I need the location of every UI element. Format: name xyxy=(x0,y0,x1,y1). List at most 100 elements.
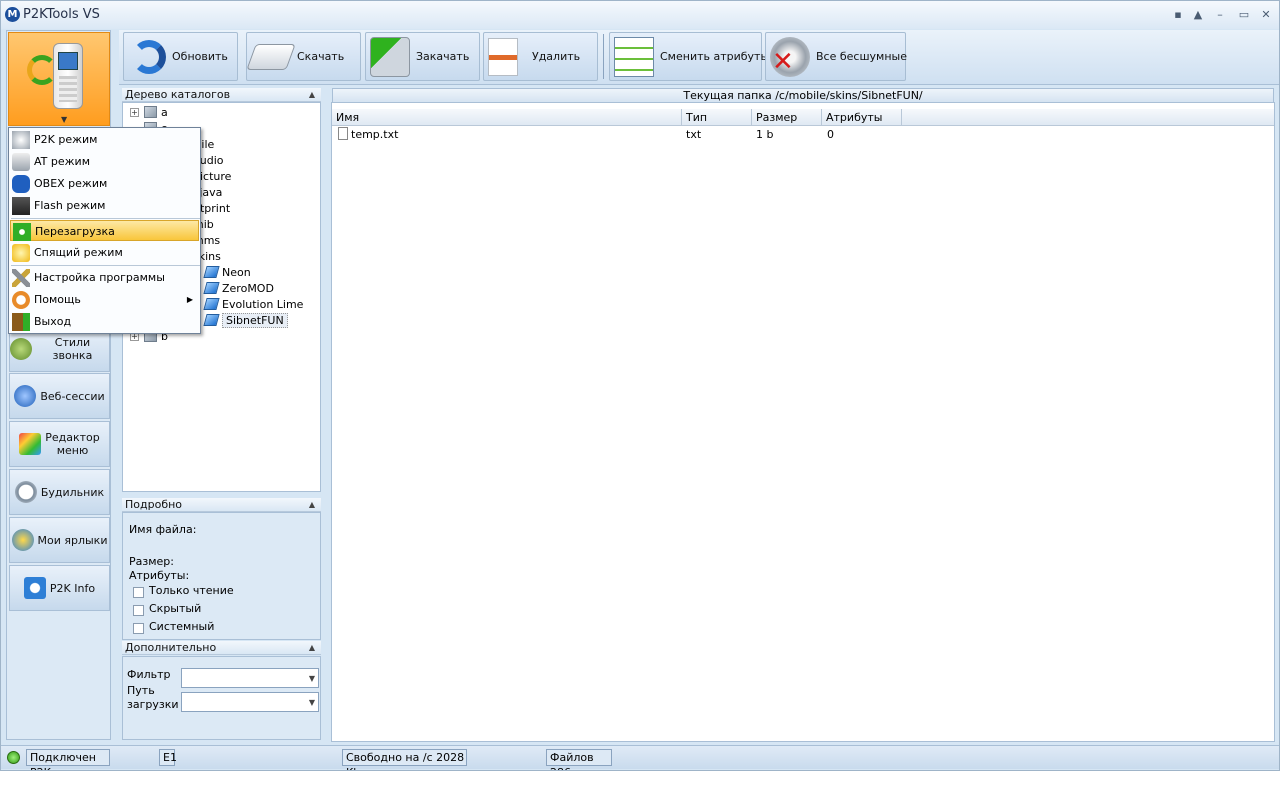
menu-item-reboot[interactable]: Перезагрузка xyxy=(10,220,199,241)
tree-node-evolution-lime[interactable]: Evolution Lime xyxy=(203,297,304,313)
menu-item-help[interactable]: Помощь ▶ xyxy=(10,289,199,310)
window-up-icon[interactable]: ▲ xyxy=(1191,8,1205,22)
expand-icon[interactable]: + xyxy=(130,108,139,117)
connection-status: Подключен P2K xyxy=(26,749,110,770)
minimize-icon[interactable]: – xyxy=(1213,8,1227,22)
column-type[interactable]: Тип xyxy=(682,109,752,126)
alarm-button[interactable]: Будильник xyxy=(9,469,110,515)
readonly-checkbox[interactable] xyxy=(133,587,144,598)
delete-button[interactable]: Удалить xyxy=(483,32,598,81)
extra-header-label: Дополнительно xyxy=(125,641,217,654)
file-size: 1 b xyxy=(756,128,774,141)
tree-node-label: ZeroMOD xyxy=(222,282,274,295)
phone-icon xyxy=(53,43,83,109)
menu-item-label: Спящий режим xyxy=(34,246,123,259)
tree-node-zeromod[interactable]: ZeroMOD xyxy=(203,281,274,297)
menu-item-settings[interactable]: Настройка программы xyxy=(10,267,199,288)
details-panel: Имя файла: Размер: Атрибуты: Только чтен… xyxy=(122,512,321,640)
file-type: txt xyxy=(686,128,702,141)
shortcuts-button[interactable]: Мои ярлыки xyxy=(9,517,110,563)
skin-icon xyxy=(203,282,220,294)
collapse-icon[interactable]: ▲ xyxy=(309,641,315,654)
system-checkbox[interactable] xyxy=(133,623,144,634)
filter-combobox[interactable]: ▼ xyxy=(181,668,319,688)
menu-item-label: Выход xyxy=(34,315,72,328)
menu-item-label: P2K режим xyxy=(34,133,98,146)
collapse-icon[interactable]: ▲ xyxy=(309,88,315,101)
text-file-icon xyxy=(338,127,348,140)
details-header[interactable]: Подробно ▲ xyxy=(122,498,321,512)
file-name: temp.txt xyxy=(351,128,399,141)
details-header-label: Подробно xyxy=(125,498,183,511)
menu-editor-label: Редактор меню xyxy=(45,431,100,457)
tree-header[interactable]: Дерево каталогов ▲ xyxy=(122,88,321,102)
menu-item-label: Помощь xyxy=(34,293,81,306)
chevron-down-icon: ▼ xyxy=(61,115,68,124)
filename-label: Имя файла: xyxy=(129,523,197,536)
refresh-button[interactable]: Обновить xyxy=(123,32,238,81)
skin-icon xyxy=(203,266,220,278)
tree-node-label: SibnetFUN xyxy=(222,313,288,328)
download-icon xyxy=(246,43,296,70)
upload-icon xyxy=(370,36,410,77)
path-combobox[interactable]: ▼ xyxy=(181,692,319,712)
file-list: Имя Тип Размер Атрибуты temp.txt txt 1 b… xyxy=(331,102,1275,742)
menu-item-p2k-mode[interactable]: P2K режим xyxy=(10,129,199,150)
status-bar: Подключен P2K E1 Свободно на /c 2028 Kb … xyxy=(1,745,1279,770)
file-list-header: Имя Тип Размер Атрибуты xyxy=(332,109,1274,126)
menu-editor-icon xyxy=(18,433,41,455)
tree-node-a[interactable]: a xyxy=(144,105,168,121)
upload-button[interactable]: Закачать xyxy=(365,32,480,81)
reboot-icon xyxy=(13,223,31,241)
column-name[interactable]: Имя xyxy=(332,109,682,126)
alarm-label: Будильник xyxy=(40,485,105,499)
all-silent-button[interactable]: ✕ Все бесшумные xyxy=(765,32,907,81)
tree-node-label: Neon xyxy=(222,266,251,279)
tree-node-neon[interactable]: Neon xyxy=(203,265,251,281)
shortcuts-icon xyxy=(11,529,34,551)
exit-door-icon xyxy=(12,313,30,331)
menu-item-label: OBEX режим xyxy=(34,177,108,190)
phone-mode-button[interactable]: ▼ xyxy=(8,32,110,126)
column-attributes[interactable]: Атрибуты xyxy=(822,109,902,126)
menu-separator xyxy=(11,265,200,266)
web-sessions-button[interactable]: Веб-сессии xyxy=(9,373,110,419)
dropdown-arrow-icon[interactable]: ▼ xyxy=(309,698,315,707)
drive-icon xyxy=(144,106,157,118)
column-size[interactable]: Размер xyxy=(752,109,822,126)
menu-item-at-mode[interactable]: AT режим xyxy=(10,151,199,172)
extra-header[interactable]: Дополнительно ▲ xyxy=(122,641,321,655)
readonly-label: Только чтение xyxy=(149,584,234,597)
attributes-label: Атрибуты: xyxy=(129,569,190,582)
menu-item-exit[interactable]: Выход xyxy=(10,311,199,332)
window-menu-icon[interactable]: ▪ xyxy=(1171,8,1185,22)
p2k-info-button[interactable]: P2K Info xyxy=(9,565,110,611)
size-label: Размер: xyxy=(129,555,174,568)
hidden-checkbox[interactable] xyxy=(133,605,144,616)
menu-item-label: Перезагрузка xyxy=(35,225,115,238)
tree-node-sibnetfun[interactable]: SibnetFUN xyxy=(203,313,288,329)
flash-icon xyxy=(12,197,30,215)
skin-icon xyxy=(203,298,220,310)
change-attributes-label: Сменить атрибуты xyxy=(660,50,770,63)
window-title: P2KTools VS xyxy=(23,7,100,22)
motorola-logo-icon: M xyxy=(5,7,20,22)
toolbar-separator xyxy=(603,34,604,79)
web-sessions-label: Веб-сессии xyxy=(40,389,105,403)
table-row[interactable]: temp.txt txt 1 b 0 xyxy=(332,127,1274,143)
close-icon[interactable]: ✕ xyxy=(1259,8,1273,22)
menu-item-flash-mode[interactable]: Flash режим xyxy=(10,195,199,216)
collapse-icon[interactable]: ▲ xyxy=(309,498,315,511)
all-silent-label: Все бесшумные xyxy=(816,50,907,63)
menu-item-sleep-mode[interactable]: Спящий режим xyxy=(10,242,199,263)
toolbar: Обновить Скачать Закачать Удалить Сменит… xyxy=(119,30,1279,85)
restore-icon[interactable]: ▭ xyxy=(1237,8,1251,22)
filter-label: Фильтр xyxy=(127,668,171,681)
menu-editor-button[interactable]: Редактор меню xyxy=(9,421,110,467)
menu-item-obex-mode[interactable]: OBEX режим xyxy=(10,173,199,194)
dropdown-arrow-icon[interactable]: ▼ xyxy=(309,674,315,683)
change-attributes-button[interactable]: Сменить атрибуты xyxy=(609,32,769,81)
tree-node-label: Evolution Lime xyxy=(222,298,304,311)
delete-icon xyxy=(488,37,518,76)
download-button[interactable]: Скачать xyxy=(246,32,361,81)
